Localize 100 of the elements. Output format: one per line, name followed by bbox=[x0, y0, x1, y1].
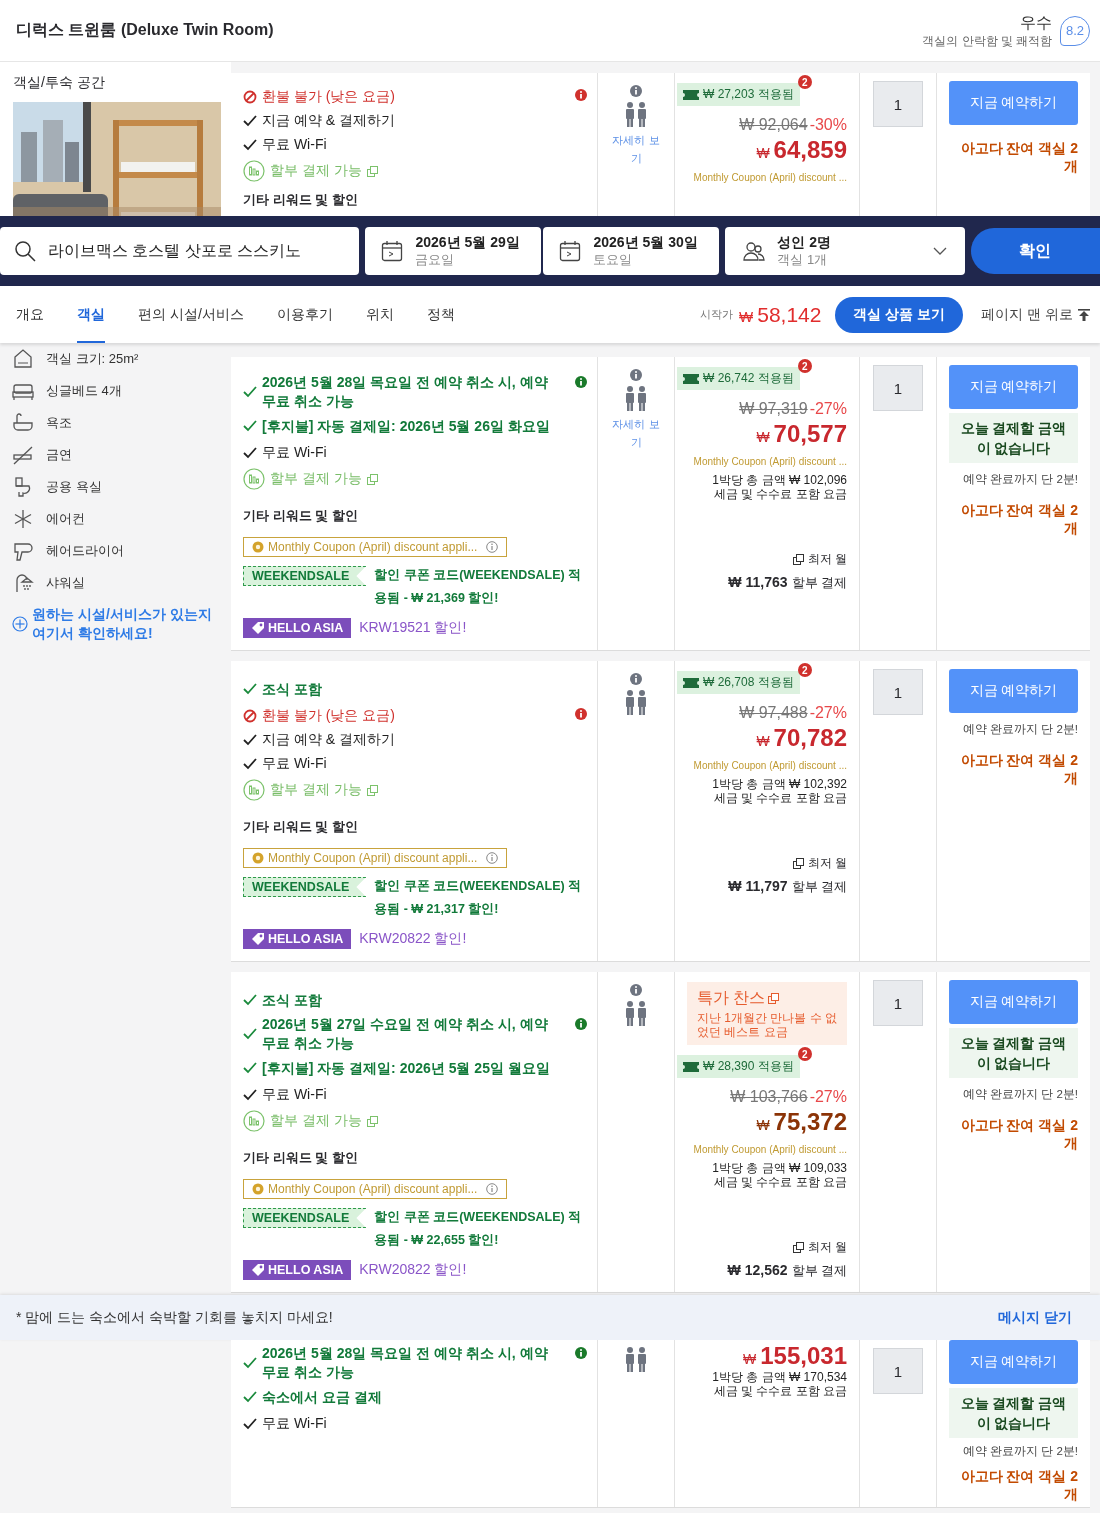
feature-text: 조식 포함 bbox=[262, 679, 323, 699]
check-icon bbox=[243, 447, 257, 459]
feature-text: 지금 예약 & 결제하기 bbox=[262, 731, 396, 749]
feature-text: 숙소에서 요금 결제 bbox=[262, 1387, 383, 1407]
nav-tab[interactable]: 정책 bbox=[426, 286, 455, 343]
quantity-selector[interactable]: 1 bbox=[873, 81, 923, 127]
price: 155,031 bbox=[760, 1342, 847, 1370]
amenity-text: 싱글베드 4개 bbox=[46, 382, 122, 400]
guests-field[interactable]: 성인 2명 객실 1개 bbox=[725, 227, 965, 275]
quantity-selector[interactable]: 1 bbox=[873, 1348, 923, 1394]
currency-symbol: ₩ bbox=[756, 429, 770, 445]
destination-field[interactable]: 라이브맥스 호스텔 삿포로 스스키노 bbox=[0, 227, 360, 275]
room-title: 디럭스 트윈룸 (Deluxe Twin Room) bbox=[16, 20, 274, 40]
pay-later-note: 오늘 결제할 금액이 없습니다 bbox=[949, 1388, 1078, 1438]
details-link[interactable]: 자세히 보기 bbox=[611, 131, 661, 167]
monthly-label: 최저 월 bbox=[807, 1239, 847, 1256]
feature-text: 2026년 5월 28일 목요일 전 예약 취소 시, 예약 무료 취소 가능 bbox=[262, 373, 549, 411]
coupon-tag[interactable]: Monthly Coupon (April) discount appli... bbox=[243, 848, 507, 868]
monthly-price: ₩ 11,763 bbox=[728, 574, 788, 590]
currency-symbol: ₩ bbox=[739, 307, 754, 325]
book-now-button[interactable]: 지금 예약하기 bbox=[949, 1340, 1078, 1384]
feature-text: 무료 Wi-Fi bbox=[262, 755, 328, 773]
total-price: 1박당 총 금액 ₩ 102,392 bbox=[712, 777, 847, 791]
check-out-field[interactable]: 2026년 5월 30일 토요일 bbox=[543, 227, 720, 275]
section-heading: 기타 리워드 및 할인 bbox=[243, 1149, 358, 1167]
nav-tab[interactable]: 개요 bbox=[16, 286, 44, 343]
book-now-button[interactable]: 지금 예약하기 bbox=[949, 81, 1078, 125]
feature-text: 환불 불가 (낮은 요금) bbox=[262, 707, 396, 725]
amenity-icon bbox=[12, 412, 34, 434]
nav-tab[interactable]: 이용후기 bbox=[276, 286, 333, 343]
discount-percent: -27% bbox=[809, 400, 847, 417]
starting-price: 58,142 bbox=[757, 302, 822, 327]
from-label: 시작가 bbox=[700, 307, 734, 322]
currency-symbol: ₩ bbox=[756, 1117, 770, 1133]
monthly-label: 최저 월 bbox=[807, 855, 847, 872]
quantity-selector[interactable]: 1 bbox=[873, 669, 923, 715]
tag-icon bbox=[251, 1263, 265, 1277]
count-badge: 2 bbox=[797, 359, 812, 373]
amenity-text: 객실 크기: 25m² bbox=[46, 350, 139, 368]
external-link-icon bbox=[366, 1115, 378, 1127]
feature-text: [후지불] 자동 결제일: 2026년 5월 25일 월요일 bbox=[262, 1058, 551, 1078]
check-icon bbox=[243, 1089, 257, 1101]
book-now-button[interactable]: 지금 예약하기 bbox=[949, 365, 1078, 409]
back-to-top-link[interactable]: 페이지 맨 위로 bbox=[981, 305, 1090, 324]
info-icon bbox=[486, 1183, 498, 1195]
book-now-button[interactable]: 지금 예약하기 bbox=[949, 980, 1078, 1024]
amenity-icon bbox=[12, 444, 34, 466]
feature-text: 2026년 5월 28일 목요일 전 예약 취소 시, 예약 무료 취소 가능 bbox=[262, 1344, 549, 1382]
nav-tab[interactable]: 편의 시설/서비스 bbox=[138, 286, 244, 343]
original-price: ₩ 97,488 bbox=[739, 704, 808, 721]
monthly-suffix: 할부 결제 bbox=[791, 1264, 847, 1278]
close-message-link[interactable]: 메시지 닫기 bbox=[998, 1308, 1072, 1327]
booking-time-note: 예약 완료까지 단 2분! bbox=[961, 722, 1078, 737]
ticket-icon bbox=[683, 373, 699, 384]
tax-note: 세금 및 수수료 포함 요금 bbox=[713, 1384, 847, 1398]
facilities-link[interactable]: 원하는 시설/서비스가 있는지 여기서 확인하세요! bbox=[32, 605, 222, 643]
pay-later-note: 오늘 결제할 금액이 없습니다 bbox=[949, 413, 1078, 463]
check-icon bbox=[243, 1357, 257, 1369]
coupon-icon bbox=[252, 852, 264, 864]
nav-tab[interactable]: 객실 bbox=[77, 286, 105, 343]
prohibited-icon bbox=[243, 90, 257, 104]
confirm-button[interactable]: 확인 bbox=[970, 228, 1100, 274]
applied-text: ₩ 26,742 적용됨 bbox=[703, 370, 794, 387]
section-heading: 기타 리워드 및 할인 bbox=[243, 818, 358, 836]
coupon-tag[interactable]: Monthly Coupon (April) discount appli... bbox=[243, 1179, 507, 1199]
quantity-selector[interactable]: 1 bbox=[873, 365, 923, 411]
two-people-icon bbox=[624, 1000, 648, 1026]
view-rooms-button[interactable]: 객실 상품 보기 bbox=[835, 296, 964, 333]
amenity-text: 헤어드라이어 bbox=[46, 542, 124, 560]
tag-icon bbox=[251, 932, 265, 946]
coupon-icon bbox=[252, 541, 264, 553]
coupon-note: Monthly Coupon (April) discount ... bbox=[693, 172, 847, 183]
monthly-price: ₩ 12,562 bbox=[727, 1262, 788, 1278]
book-now-button[interactable]: 지금 예약하기 bbox=[949, 669, 1078, 713]
two-people-icon bbox=[624, 101, 648, 127]
quantity-selector[interactable]: 1 bbox=[873, 980, 923, 1026]
search-icon bbox=[14, 240, 36, 262]
feature-text: 조식 포함 bbox=[262, 990, 323, 1010]
chevron-down-icon bbox=[932, 247, 947, 255]
tax-note: 세금 및 수수료 포함 요금 bbox=[713, 791, 847, 805]
promo-code-ribbon: WEEKENDSALE bbox=[243, 1208, 367, 1228]
external-link-icon bbox=[366, 165, 378, 177]
pay-later-note: 오늘 결제할 금액이 없습니다 bbox=[949, 1028, 1078, 1078]
check-in-field[interactable]: 2026년 5월 29일 금요일 bbox=[365, 227, 542, 275]
info-icon bbox=[486, 541, 498, 553]
nav-tab[interactable]: 위치 bbox=[365, 286, 394, 343]
applied-text: ₩ 28,390 적용됨 bbox=[703, 1058, 794, 1075]
monthly-suffix: 할부 결제 bbox=[791, 576, 847, 590]
details-link[interactable]: 자세히 보기 bbox=[611, 415, 661, 451]
discount-percent: -27% bbox=[809, 704, 847, 721]
check-icon bbox=[243, 386, 257, 398]
plus-circle-icon bbox=[12, 616, 28, 632]
applied-text: ₩ 27,203 적용됨 bbox=[703, 86, 794, 103]
original-price: ₩ 103,766 bbox=[730, 1088, 808, 1105]
promo-badge-text: HELLO ASIA bbox=[268, 932, 344, 946]
check-icon bbox=[243, 139, 257, 151]
amenity-icon bbox=[12, 348, 34, 370]
check-icon bbox=[243, 1062, 257, 1074]
coupon-tag[interactable]: Monthly Coupon (April) discount appli... bbox=[243, 537, 507, 557]
installment-icon bbox=[243, 779, 265, 801]
